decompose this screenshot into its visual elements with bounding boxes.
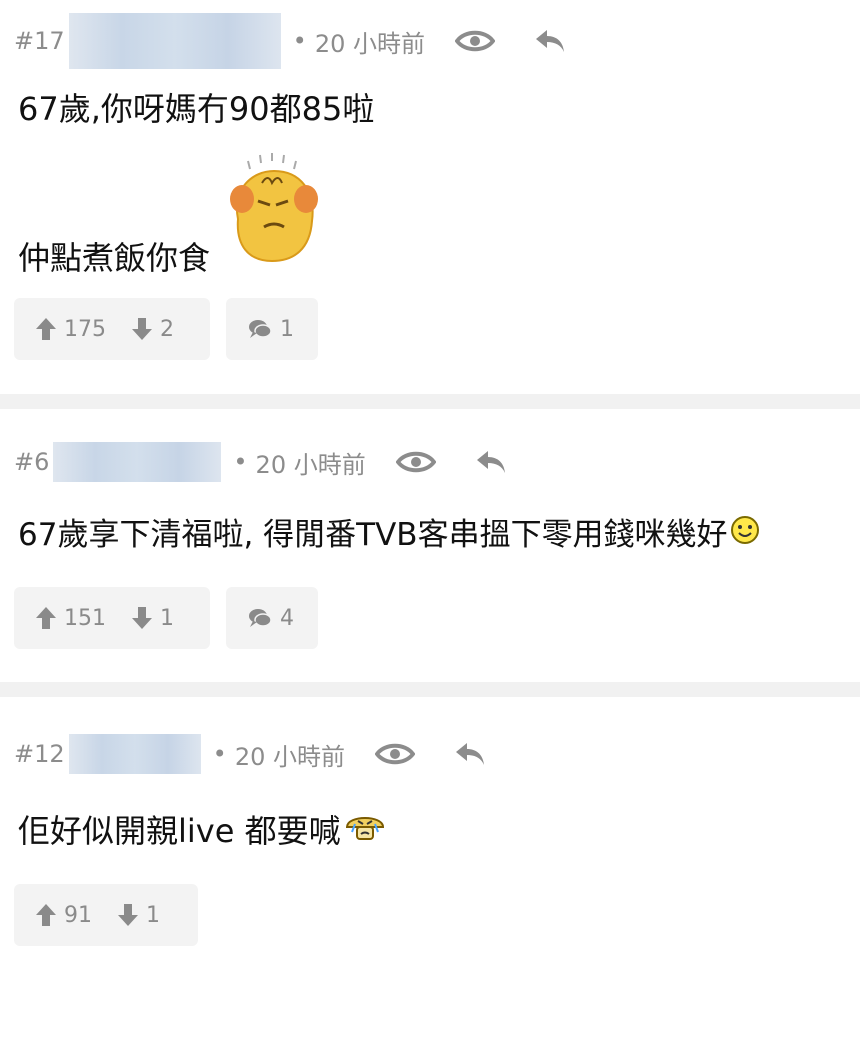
eye-icon[interactable]: [374, 741, 415, 767]
post-17: #17 • 20 小時前 67歲,你呀媽冇90都85啦 仲點煮飯你食 175 2…: [0, 0, 860, 395]
content-line-with-emoji: 佢好似開親live 都要喊: [18, 809, 842, 854]
downvote-button[interactable]: 1: [118, 903, 160, 928]
eye-icon[interactable]: [395, 449, 436, 475]
post-time: 20 小時前: [314, 29, 425, 58]
arrow-up-icon: [36, 318, 56, 341]
reply-icon[interactable]: [533, 27, 567, 55]
smiley-icon: [730, 515, 760, 557]
reply-count: 1: [280, 316, 294, 342]
arrow-down-icon: [132, 607, 152, 630]
post-time: 20 小時前: [255, 450, 366, 479]
post-number: #17: [14, 27, 65, 55]
meta-separator: •: [292, 27, 307, 55]
comment-icon: [249, 609, 272, 628]
vote-box: 151 1: [14, 587, 210, 650]
upvote-button[interactable]: 151: [36, 606, 106, 631]
vote-box: 175 2: [14, 298, 210, 361]
post-actions: 91 1: [0, 854, 860, 947]
username-blurred[interactable]: [68, 734, 201, 775]
upvote-button[interactable]: 175: [36, 317, 106, 342]
downvote-button[interactable]: 2: [132, 317, 174, 342]
replies-button[interactable]: 1: [226, 298, 318, 361]
meta-separator: •: [233, 448, 248, 477]
post-content: 67歲享下清福啦, 得閒番TVB客串搵下零用錢咪幾好: [0, 495, 860, 557]
content-line: 67歲,你呀媽冇90都85啦: [18, 90, 375, 128]
post-header: #6 • 20 小時前: [0, 409, 860, 495]
meta-separator: •: [212, 740, 227, 769]
frustrated-face-icon: [224, 149, 322, 280]
arrow-up-icon: [36, 904, 56, 927]
downvote-count: 1: [160, 605, 174, 631]
upvote-button[interactable]: 91: [36, 903, 92, 928]
post-actions: 151 1 4: [0, 557, 860, 650]
vote-box: 91 1: [14, 884, 198, 947]
comment-icon: [249, 320, 272, 339]
downvote-button[interactable]: 1: [132, 606, 174, 631]
username-blurred[interactable]: [68, 13, 281, 69]
post-divider: [0, 394, 860, 410]
username-blurred[interactable]: [53, 442, 222, 483]
downvote-count: 1: [146, 902, 160, 928]
reply-icon[interactable]: [474, 448, 508, 476]
content-line-with-emoji: 67歲享下清福啦, 得閒番TVB客串搵下零用錢咪幾好: [18, 515, 842, 557]
upvote-count: 151: [64, 605, 106, 631]
post-header: #12 • 20 小時前: [0, 697, 860, 787]
eye-icon[interactable]: [454, 28, 495, 54]
arrow-down-icon: [132, 318, 152, 341]
arrow-down-icon: [118, 904, 138, 927]
upvote-count: 91: [64, 902, 92, 928]
post-header: #17 • 20 小時前: [0, 0, 860, 74]
post-divider: [0, 682, 860, 698]
reply-count: 4: [280, 605, 294, 631]
post-number: #12: [14, 740, 65, 769]
reply-icon[interactable]: [453, 740, 487, 768]
post-content: 67歲,你呀媽冇90都85啦 仲點煮飯你食: [0, 74, 860, 280]
content-line-with-emoji: 仲點煮飯你食: [18, 149, 842, 280]
post-actions: 175 2 1: [0, 280, 860, 361]
replies-button[interactable]: 4: [226, 587, 318, 650]
post-number: #6: [14, 448, 50, 477]
content-line: 仲點煮飯你食: [18, 239, 211, 278]
post-12: #12 • 20 小時前 佢好似開親live 都要喊 91 1: [0, 697, 860, 947]
arrow-up-icon: [36, 607, 56, 630]
post-time: 20 小時前: [234, 742, 345, 771]
content-line: 佢好似開親live 都要喊: [18, 812, 341, 851]
post-6: #6 • 20 小時前 67歲享下清福啦, 得閒番TVB客串搵下零用錢咪幾好 1…: [0, 409, 860, 683]
crying-mushroom-icon: [343, 809, 387, 854]
upvote-count: 175: [64, 316, 106, 342]
downvote-count: 2: [160, 316, 174, 342]
content-line: 67歲享下清福啦, 得閒番TVB客串搵下零用錢咪幾好: [18, 517, 728, 554]
post-content: 佢好似開親live 都要喊: [0, 787, 860, 854]
